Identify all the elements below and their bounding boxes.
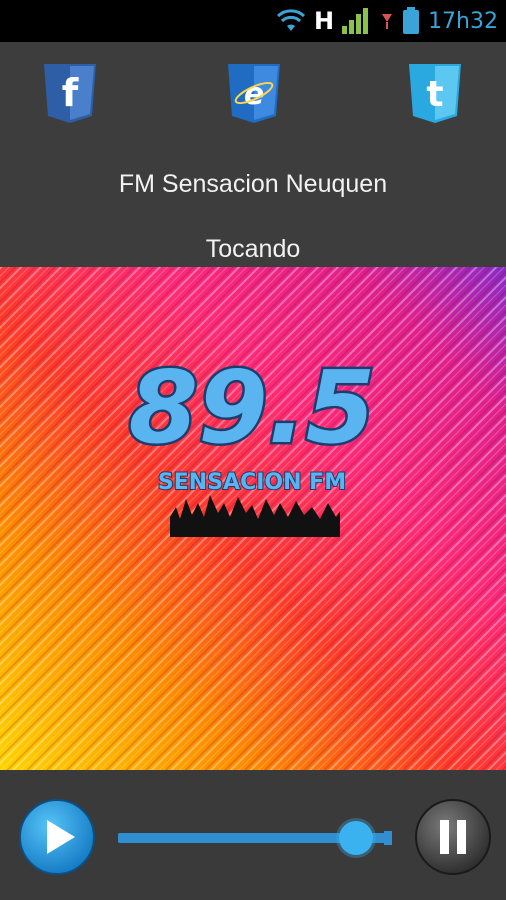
internet-explorer-icon: e [228, 64, 280, 123]
signal-icon [342, 8, 369, 34]
station-artwork: 89.5 SENSACION FM [0, 267, 506, 770]
web-button[interactable]: e [226, 62, 282, 124]
play-icon [19, 799, 95, 875]
player-controls [0, 770, 506, 900]
slider-end [384, 831, 392, 845]
svg-text:f: f [62, 71, 79, 115]
rainbow-background: 89.5 SENSACION FM [0, 267, 506, 770]
notification-icon [382, 14, 393, 29]
clock: 17h32 [428, 8, 498, 34]
battery-icon [403, 7, 420, 34]
station-name: FM Sensacion Neuquen [118, 170, 388, 198]
twitter-button[interactable]: t [407, 62, 463, 124]
header: f e t FM Sensacion Neuquen Tocando [0, 42, 506, 267]
play-button[interactable] [18, 798, 96, 876]
logo-brand: SENSACION FM [158, 470, 346, 495]
wifi-icon [276, 9, 305, 31]
status-icons: H 17h32 [276, 0, 498, 42]
pause-icon [415, 799, 491, 875]
now-playing-label: Tocando [205, 235, 301, 263]
facebook-button[interactable]: f [42, 62, 98, 124]
network-type-label: H [313, 7, 335, 35]
twitter-icon: t [409, 64, 461, 123]
slider-thumb[interactable] [339, 821, 374, 855]
svg-text:t: t [426, 74, 443, 115]
logo-frequency: 89.5 [129, 349, 376, 466]
svg-text:e: e [244, 77, 264, 112]
volume-slider[interactable] [118, 821, 392, 855]
status-bar: H 17h32 [0, 0, 506, 42]
pause-button[interactable] [414, 798, 492, 876]
facebook-icon: f [44, 64, 96, 123]
